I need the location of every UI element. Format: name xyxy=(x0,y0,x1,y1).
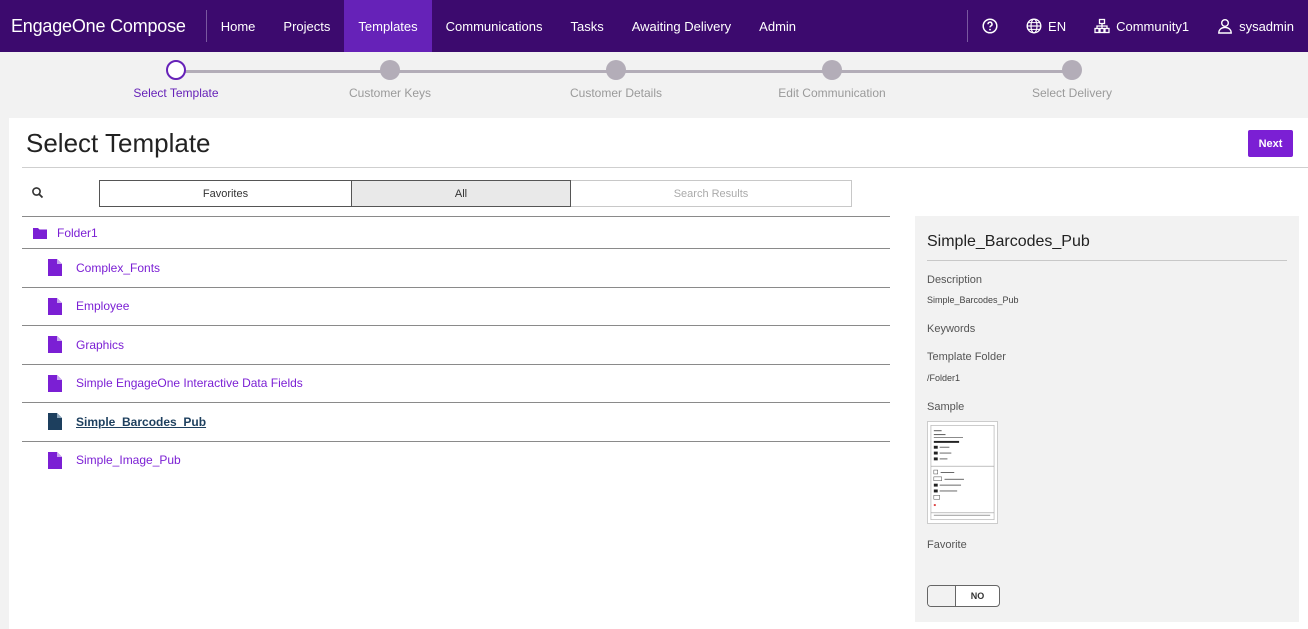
community-selector[interactable]: Community1 xyxy=(1080,0,1203,52)
step-customer-details: Customer Details xyxy=(526,60,706,100)
globe-icon xyxy=(1026,18,1042,34)
language-selector[interactable]: EN xyxy=(1012,0,1080,52)
tree-item-interactive-data-fields[interactable]: Simple EngageOne Interactive Data Fields xyxy=(22,363,890,403)
tree-item-label: Simple_Barcodes_Pub xyxy=(76,414,207,429)
step-select-delivery: Select Delivery xyxy=(982,60,1162,100)
step-dot xyxy=(380,60,400,80)
wizard-stepper: Select Template Customer Keys Customer D… xyxy=(0,52,1308,118)
main-nav: Home Projects Templates Communications T… xyxy=(207,0,810,52)
nav-item-awaiting-delivery[interactable]: Awaiting Delivery xyxy=(618,0,745,52)
step-label: Customer Keys xyxy=(348,86,432,100)
tree-item-employee[interactable]: Employee xyxy=(22,286,890,326)
tab-all[interactable]: All xyxy=(352,180,571,207)
detail-title: Simple_Barcodes_Pub xyxy=(927,233,1090,250)
tree-item-label: Simple_Image_Pub xyxy=(76,453,181,468)
document-icon xyxy=(48,259,62,277)
tree-item-graphics[interactable]: Graphics xyxy=(22,325,890,364)
favorite-toggle[interactable]: NO xyxy=(927,585,1000,607)
document-icon xyxy=(48,413,62,431)
tree-item-complex-fonts[interactable]: Complex_Fonts xyxy=(22,248,890,287)
community-label: Community1 xyxy=(1116,18,1190,34)
main-card: Select Template Next Favorites All Searc… xyxy=(9,118,1308,629)
next-button[interactable]: Next xyxy=(1248,130,1293,157)
folder-icon xyxy=(33,227,47,239)
app-title[interactable]: EngageOne Compose xyxy=(0,0,206,52)
tree-item-simple-barcodes-pub[interactable]: Simple_Barcodes_Pub xyxy=(22,402,890,441)
tree-item-simple-image-pub[interactable]: Simple_Image_Pub xyxy=(22,440,890,480)
description-value: Simple_Barcodes_Pub xyxy=(927,295,1019,305)
nav-item-communications[interactable]: Communications xyxy=(432,0,557,52)
nav-item-home[interactable]: Home xyxy=(207,0,270,52)
document-icon xyxy=(48,374,62,392)
title-divider xyxy=(22,167,1308,168)
step-dot xyxy=(1062,60,1082,80)
step-label: Select Delivery xyxy=(1031,86,1113,100)
step-dot xyxy=(822,60,842,80)
favorite-label: Favorite xyxy=(927,539,967,551)
tree-item-label: Employee xyxy=(76,299,130,314)
tree-item-label: Simple EngageOne Interactive Data Fields xyxy=(76,376,303,391)
user-label: sysadmin xyxy=(1239,18,1294,34)
tab-search-results[interactable]: Search Results xyxy=(571,180,852,207)
detail-divider xyxy=(927,260,1287,261)
keywords-label: Keywords xyxy=(927,323,976,335)
template-filter-tabs: Favorites All Search Results xyxy=(99,180,852,207)
template-tree: Folder1 Complex_Fonts Employee Graphics … xyxy=(22,216,890,479)
document-icon xyxy=(48,297,62,315)
tree-item-label: Graphics xyxy=(76,337,125,352)
nav-right: EN Community1 sysadmin xyxy=(967,0,1308,52)
tab-favorites[interactable]: Favorites xyxy=(99,180,352,207)
language-label: EN xyxy=(1048,18,1067,34)
template-detail-panel: Simple_Barcodes_Pub Description Simple_B… xyxy=(915,216,1299,622)
step-edit-communication: Edit Communication xyxy=(742,60,922,100)
sample-thumbnail[interactable] xyxy=(927,421,998,524)
folder-label: Folder1 xyxy=(57,225,98,240)
user-menu[interactable]: sysadmin xyxy=(1203,0,1308,52)
nav-item-admin[interactable]: Admin xyxy=(745,0,810,52)
step-select-template: Select Template xyxy=(86,60,266,100)
tree-item-label: Complex_Fonts xyxy=(76,260,161,275)
top-navbar: EngageOne Compose Home Projects Template… xyxy=(0,0,1308,52)
hierarchy-icon xyxy=(1094,18,1110,34)
template-folder-label: Template Folder xyxy=(927,351,1006,363)
document-icon xyxy=(48,336,62,354)
user-icon xyxy=(1218,19,1232,34)
step-dot xyxy=(606,60,626,80)
toggle-state: NO xyxy=(970,591,985,601)
template-folder-value: /Folder1 xyxy=(927,373,961,383)
help-button[interactable] xyxy=(968,0,1012,52)
step-label: Edit Communication xyxy=(778,86,886,100)
description-label: Description xyxy=(927,274,983,286)
step-label: Customer Details xyxy=(569,86,663,100)
search-icon[interactable] xyxy=(31,186,45,200)
document-icon xyxy=(48,451,62,469)
nav-item-tasks[interactable]: Tasks xyxy=(556,0,617,52)
sample-label: Sample xyxy=(927,401,965,413)
page-title: Select Template xyxy=(26,128,211,158)
nav-item-templates[interactable]: Templates xyxy=(344,0,432,52)
step-customer-keys: Customer Keys xyxy=(300,60,480,100)
tree-folder-row[interactable]: Folder1 xyxy=(22,216,890,248)
step-dot-current xyxy=(166,60,186,80)
toggle-knob xyxy=(928,586,956,606)
nav-item-projects[interactable]: Projects xyxy=(269,0,344,52)
help-icon xyxy=(982,18,998,34)
step-label: Select Template xyxy=(133,86,219,100)
